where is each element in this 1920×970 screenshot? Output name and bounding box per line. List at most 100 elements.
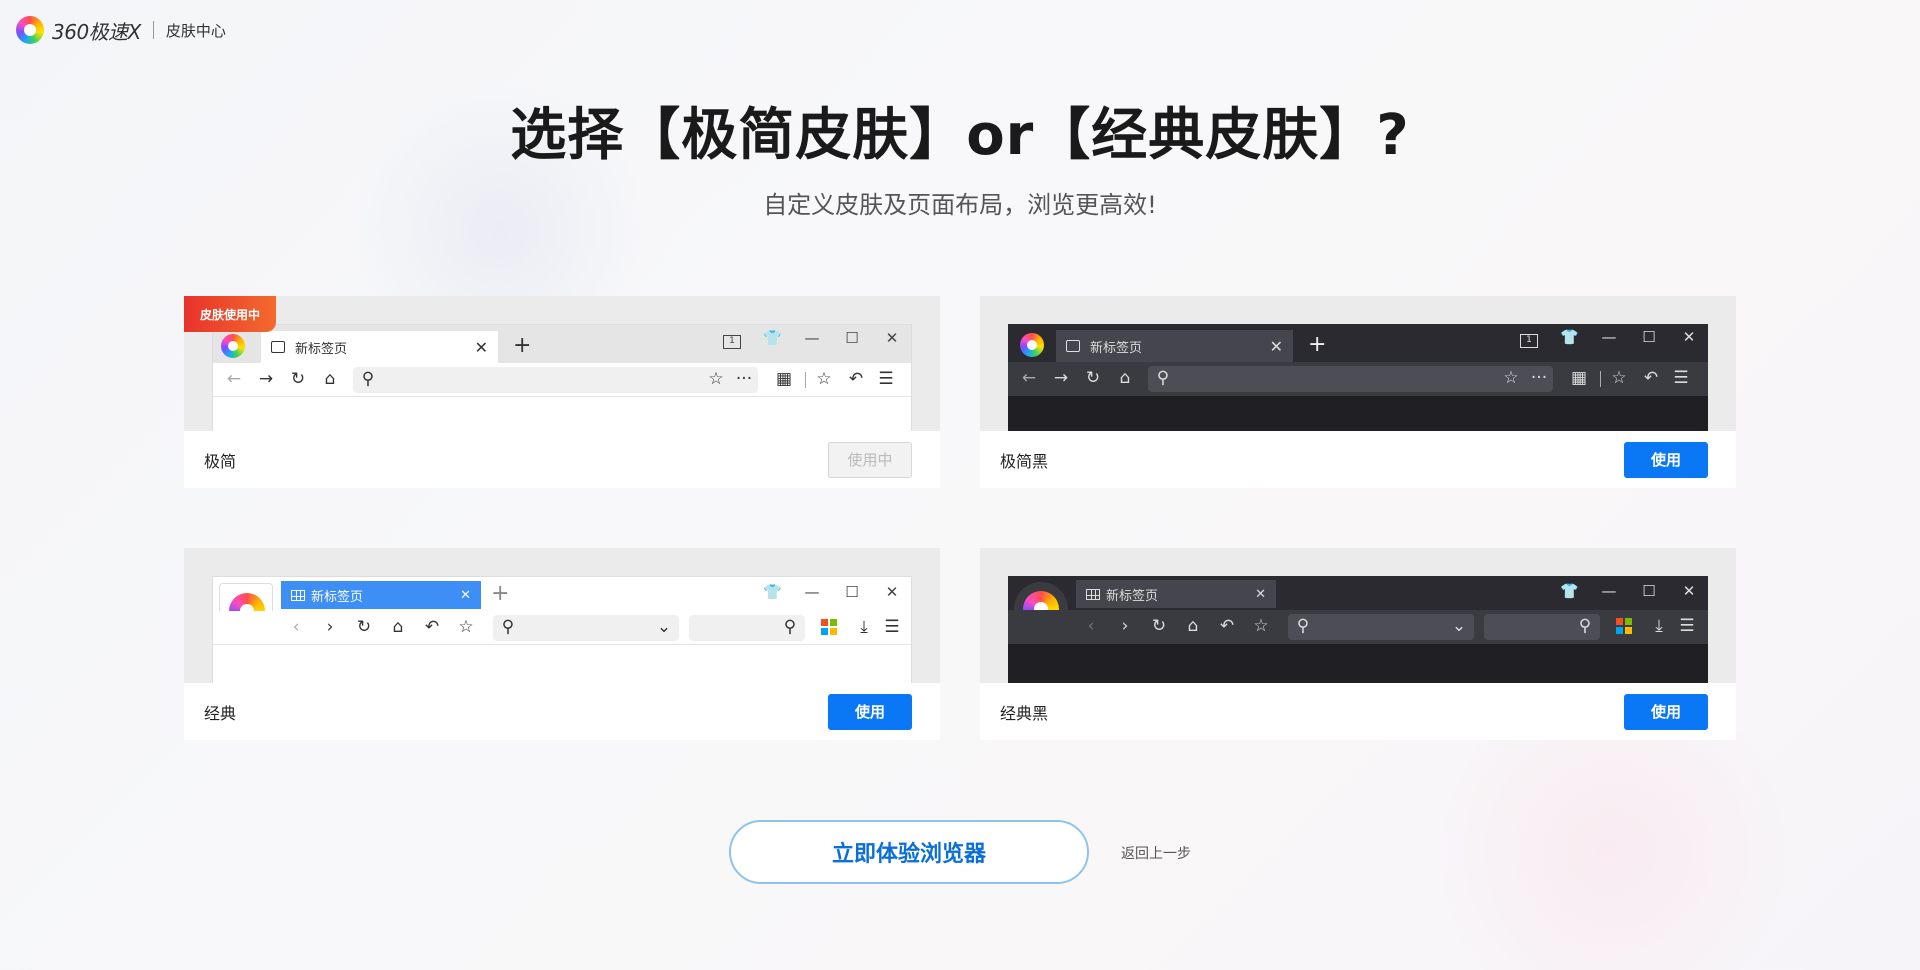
use-button[interactable]: 使用 bbox=[828, 693, 912, 730]
search-icon: ⚲ bbox=[361, 369, 375, 389]
browser-logo-icon bbox=[221, 334, 245, 358]
divider bbox=[152, 21, 154, 39]
tab-count-icon: 1 bbox=[723, 329, 741, 349]
back-chevron-icon: ‹ bbox=[292, 617, 300, 637]
close-icon: ✕ bbox=[1682, 328, 1696, 346]
star-icon: ☆ bbox=[458, 617, 474, 637]
skin-card-classic[interactable]: 新标签页 ✕ + 👕 — ☐ ✕ ‹ › ↻ ⌂ ↶ ☆ ⚲ ⌄ ⚲ ⤓ ☰ 经… bbox=[184, 548, 940, 740]
chevron-down-icon: ⌄ bbox=[656, 617, 672, 637]
skin-name: 极简 bbox=[204, 451, 237, 471]
plus-icon: + bbox=[491, 581, 510, 606]
search-icon: ⚲ bbox=[1156, 368, 1170, 388]
tab-label: 新标签页 bbox=[1090, 340, 1143, 356]
browser-logo-icon[interactable] bbox=[16, 16, 44, 44]
more-icon: ··· bbox=[1530, 368, 1548, 388]
divider bbox=[805, 372, 806, 388]
tab-new-tab: 新标签页 ✕ bbox=[261, 331, 498, 363]
minimize-icon: — bbox=[1601, 582, 1617, 600]
close-icon: ✕ bbox=[885, 583, 899, 601]
in-use-button: 使用中 bbox=[828, 441, 912, 478]
star-icon: ☆ bbox=[1503, 368, 1519, 388]
menu-icon: ☰ bbox=[878, 369, 894, 389]
address-bar bbox=[1288, 614, 1474, 640]
skin-shirt-icon: 👕 bbox=[1560, 582, 1579, 600]
search-icon: ⚲ bbox=[783, 617, 797, 637]
tab-label: 新标签页 bbox=[295, 341, 348, 357]
favorites-icon: ☆ bbox=[816, 369, 832, 389]
address-bar bbox=[493, 615, 679, 641]
reload-icon: ↻ bbox=[1085, 368, 1101, 388]
forward-arrow-icon: → bbox=[1053, 368, 1069, 388]
divider bbox=[1600, 371, 1601, 387]
maximize-icon: ☐ bbox=[1642, 582, 1656, 600]
browser-preview: 新标签页 ✕ + 1 👕 — ☐ ✕ ← → ↻ ⌂ ⚲ ☆ ··· ▦ ☆ ↶… bbox=[212, 324, 912, 431]
window-controls: 1 👕 — ☐ ✕ bbox=[1520, 328, 1698, 348]
tab-count-icon: 1 bbox=[1520, 328, 1538, 348]
apps-icon bbox=[821, 619, 837, 635]
tab-new-tab: 新标签页 ✕ bbox=[1056, 330, 1293, 362]
tab-page-icon bbox=[1086, 588, 1100, 600]
close-icon: ✕ bbox=[1269, 336, 1283, 356]
undo-icon: ↶ bbox=[848, 369, 864, 389]
page-subtitle: 自定义皮肤及页面布局，浏览更高效! bbox=[763, 191, 1157, 219]
browser-logo-icon bbox=[1020, 333, 1044, 357]
back-link[interactable]: 返回上一步 bbox=[1121, 843, 1191, 863]
reload-icon: ↻ bbox=[290, 369, 306, 389]
back-arrow-icon: ← bbox=[1021, 368, 1037, 388]
minimize-icon: — bbox=[1601, 328, 1617, 346]
back-chevron-icon: ‹ bbox=[1087, 616, 1095, 636]
skin-preview: 新标签页 ✕ + 1 👕 — ☐ ✕ ← → ↻ ⌂ ⚲ ☆ ··· ▦ ☆ ↶… bbox=[980, 296, 1736, 431]
window-controls: 👕 — ☐ ✕ bbox=[763, 583, 901, 601]
brand-name[interactable]: 360极速X bbox=[52, 16, 141, 45]
skin-preview: 皮肤使用中 新标签页 ✕ + 1 👕 — ☐ ✕ ← → ↻ ⌂ ⚲ ☆ ···… bbox=[184, 296, 940, 431]
window-controls: 1 👕 — ☐ ✕ bbox=[723, 329, 901, 349]
back-arrow-icon: ← bbox=[226, 369, 242, 389]
skin-shirt-icon: 👕 bbox=[1560, 328, 1579, 346]
skin-name: 经典 bbox=[204, 703, 237, 723]
skin-preview: 新标签页 ✕ + 👕 — ☐ ✕ ‹ › ↻ ⌂ ↶ ☆ ⚲ ⌄ ⚲ ⤓ ☰ bbox=[184, 548, 940, 683]
skin-preview: 新标签页 ✕ 👕 — ☐ ✕ ‹ › ↻ ⌂ ↶ ☆ ⚲ ⌄ ⚲ ⤓ ☰ bbox=[980, 548, 1736, 683]
section-title: 皮肤中心 bbox=[165, 21, 226, 40]
home-icon: ⌂ bbox=[1119, 368, 1131, 388]
plus-icon: + bbox=[1308, 332, 1327, 357]
try-browser-button[interactable]: 立即体验浏览器 bbox=[729, 820, 1089, 884]
close-icon: ✕ bbox=[885, 329, 899, 347]
skin-card-minimal-dark[interactable]: 新标签页 ✕ + 1 👕 — ☐ ✕ ← → ↻ ⌂ ⚲ ☆ ··· ▦ ☆ ↶… bbox=[980, 296, 1736, 488]
more-icon: ··· bbox=[735, 369, 753, 389]
in-use-badge: 皮肤使用中 bbox=[184, 296, 276, 332]
forward-chevron-icon: › bbox=[1121, 616, 1129, 636]
use-button[interactable]: 使用 bbox=[1624, 693, 1708, 730]
skin-shirt-icon: 👕 bbox=[763, 329, 782, 347]
close-icon: ✕ bbox=[1682, 582, 1696, 600]
apps-icon bbox=[1616, 618, 1632, 634]
browser-preview: 新标签页 ✕ + 👕 — ☐ ✕ ‹ › ↻ ⌂ ↶ ☆ ⚲ ⌄ ⚲ ⤓ ☰ bbox=[212, 576, 912, 683]
undo-icon: ↶ bbox=[424, 617, 440, 637]
search-icon: ⚲ bbox=[1578, 616, 1592, 636]
download-icon: ⤓ bbox=[1655, 616, 1663, 636]
skin-name: 经典黑 bbox=[1000, 703, 1049, 723]
tab-page-icon bbox=[271, 341, 285, 353]
tab-new-tab: 新标签页 ✕ bbox=[281, 581, 481, 609]
skin-card-minimal[interactable]: 皮肤使用中 新标签页 ✕ + 1 👕 — ☐ ✕ ← → ↻ ⌂ ⚲ ☆ ···… bbox=[184, 296, 940, 488]
skin-card-classic-dark[interactable]: 新标签页 ✕ 👕 — ☐ ✕ ‹ › ↻ ⌂ ↶ ☆ ⚲ ⌄ ⚲ ⤓ ☰ 经典黑… bbox=[980, 548, 1736, 740]
skin-shirt-icon: 👕 bbox=[763, 583, 782, 601]
forward-chevron-icon: › bbox=[326, 617, 334, 637]
window-controls: 👕 — ☐ ✕ bbox=[1560, 582, 1698, 600]
use-button[interactable]: 使用 bbox=[1624, 441, 1708, 478]
download-icon: ⤓ bbox=[860, 617, 868, 637]
top-bar: 360极速X 皮肤中心 bbox=[16, 16, 226, 44]
chevron-down-icon: ⌄ bbox=[1451, 616, 1467, 636]
browser-preview: 新标签页 ✕ 👕 — ☐ ✕ ‹ › ↻ ⌂ ↶ ☆ ⚲ ⌄ ⚲ ⤓ ☰ bbox=[1008, 576, 1708, 683]
tab-page-icon bbox=[291, 589, 305, 601]
address-bar bbox=[353, 367, 758, 393]
close-icon: ✕ bbox=[460, 587, 471, 603]
tab-label: 新标签页 bbox=[1106, 588, 1159, 604]
menu-icon: ☰ bbox=[1679, 616, 1695, 636]
star-icon: ☆ bbox=[1253, 616, 1269, 636]
reload-icon: ↻ bbox=[356, 617, 372, 637]
home-icon: ⌂ bbox=[324, 369, 336, 389]
maximize-icon: ☐ bbox=[1642, 328, 1656, 346]
tab-label: 新标签页 bbox=[311, 589, 364, 605]
tab-page-icon bbox=[1066, 340, 1080, 352]
close-icon: ✕ bbox=[474, 337, 488, 357]
